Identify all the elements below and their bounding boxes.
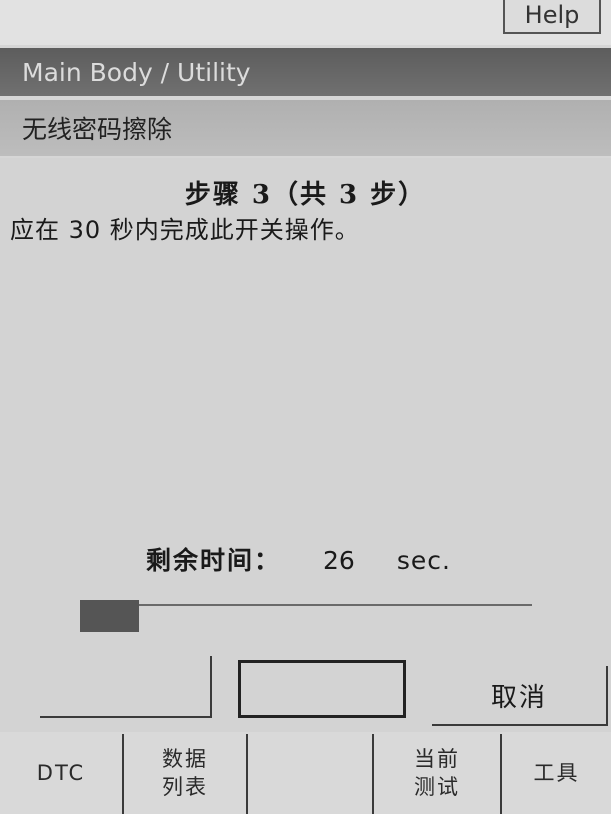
remaining-time-label: 剩余时间： [146,546,282,575]
content-area: 步骤 3（共 3 步） 应在 30 秒内完成此开关操作。 剩余时间： 26 se… [0,158,611,646]
tab-data-list-line1: 数据 [162,746,208,771]
function-title: 无线密码擦除 [22,115,173,144]
left-button[interactable] [40,656,212,718]
instruction-text: 应在 30 秒内完成此开关操作。 [10,216,360,244]
tab-dtc-label: DTC [36,760,86,785]
tab-active-test-line2: 测试 [414,775,460,799]
tab-tools-label: 工具 [533,760,580,785]
button-row: 取消 [0,646,611,732]
page-title: Main Body / Utility [22,57,251,87]
progress-bar-fill [80,600,139,632]
function-title-bar: 无线密码擦除 [0,100,611,156]
tab-active-test[interactable]: 当前 测试 [374,732,500,814]
tab-data-list-line2: 列表 [162,775,208,799]
progress-track [80,604,532,606]
remaining-time: 剩余时间： 26 sec. [146,541,451,577]
bottom-tab-bar: DTC 数据 列表 当前 测试 工具 [0,732,611,814]
tab-active-test-line1: 当前 [414,746,460,771]
middle-button[interactable] [238,660,406,718]
title-bar: Main Body / Utility [0,48,611,96]
top-bar: Help [0,0,611,45]
remaining-time-unit: sec. [396,546,451,575]
step-indicator: 步骤 3（共 3 步） [184,180,427,210]
tab-blank[interactable] [248,732,372,814]
help-button[interactable]: Help [503,0,601,34]
cancel-button[interactable]: 取消 [432,666,608,726]
tab-tools[interactable]: 工具 [502,732,611,814]
tab-data-list[interactable]: 数据 列表 [124,732,246,814]
remaining-time-value: 26 [323,546,355,575]
tab-dtc[interactable]: DTC [0,732,122,814]
